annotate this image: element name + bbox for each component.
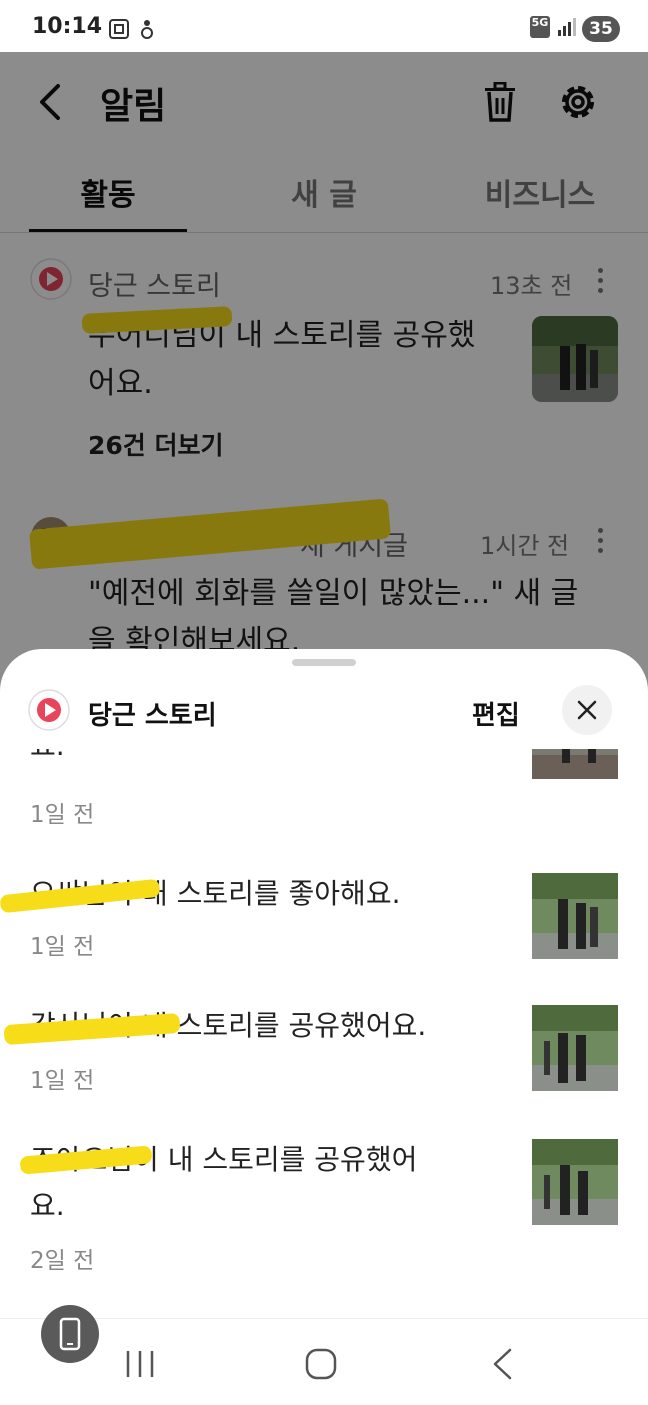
- floating-phone-button[interactable]: [41, 1305, 99, 1363]
- signal-icon: [558, 18, 576, 36]
- story-thumbnail: [532, 1139, 618, 1225]
- home-icon[interactable]: [304, 1347, 338, 1381]
- close-icon: [577, 700, 597, 720]
- story-play-icon: [28, 689, 70, 731]
- status-time: 10:14: [32, 14, 103, 39]
- battery-badge: 35: [582, 16, 620, 42]
- item-text: 요.: [30, 749, 65, 769]
- close-button[interactable]: [562, 685, 612, 735]
- sheet-title: 당근 스토리: [88, 701, 217, 731]
- back-icon[interactable]: [490, 1347, 514, 1381]
- story-thumbnail: [532, 1005, 618, 1091]
- item-time: 1일 전: [30, 1068, 95, 1094]
- list-item[interactable]: 감사님이 내 스토리를 공유했어요. 1일 전: [0, 999, 648, 1099]
- item-time: 1일 전: [30, 802, 95, 828]
- item-time: 2일 전: [30, 1248, 95, 1274]
- phone-icon: [59, 1317, 81, 1351]
- sheet-drag-handle[interactable]: [292, 659, 356, 666]
- story-thumbnail: [532, 873, 618, 959]
- story-thumbnail: [532, 749, 618, 779]
- status-bar: 10:14 5G 35: [0, 0, 648, 52]
- bottom-sheet: 당근 스토리 편집 요. 1일 전 으쌰님이 내 스토리를 좋아해요. 1일 전…: [0, 649, 648, 1404]
- list-item[interactable]: 으쌰님이 내 스토리를 좋아해요. 1일 전: [0, 867, 648, 967]
- edit-button[interactable]: 편집: [472, 695, 520, 732]
- item-time: 1일 전: [30, 934, 95, 960]
- list-item[interactable]: 조아요님이 내 스토리를 공유했어 요. 2일 전: [0, 1133, 648, 1274]
- list-item[interactable]: 요. 1일 전: [0, 749, 648, 829]
- accessibility-icon: [141, 20, 153, 39]
- recent-apps-icon[interactable]: [124, 1349, 156, 1379]
- screenshot-icon: [109, 19, 129, 39]
- network-type-badge: 5G: [530, 16, 550, 38]
